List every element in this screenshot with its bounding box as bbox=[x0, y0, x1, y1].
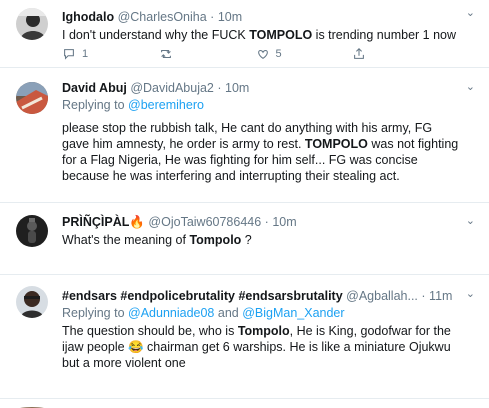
tweet-text: The question should be, who is Tompolo, … bbox=[62, 323, 459, 371]
tweet-text-highlight: Tompolo bbox=[189, 233, 242, 247]
avatar-image bbox=[16, 215, 48, 247]
tweet[interactable]: PRÌÑÇÌPÀL🔥 @OjoTaiw60786446 · 10m What's… bbox=[0, 203, 489, 275]
tweet[interactable]: David Abuj @DavidAbuja2 · 10m Replying t… bbox=[0, 68, 489, 203]
author-handle[interactable]: @Agballah... bbox=[346, 289, 418, 303]
heart-icon bbox=[257, 49, 268, 60]
avatar[interactable] bbox=[16, 286, 48, 318]
reply-icon bbox=[64, 49, 74, 60]
author-handle[interactable]: @OjoTaiw60786446 bbox=[148, 215, 261, 229]
replying-label: Replying to bbox=[62, 98, 129, 112]
like-button[interactable]: 5 bbox=[256, 46, 353, 62]
chevron-down-icon[interactable]: ⌄ bbox=[466, 80, 475, 93]
author-name[interactable]: Ighodalo bbox=[62, 10, 114, 24]
author-name[interactable]: #endsars #endpolicebrutality #endsarsbru… bbox=[62, 289, 343, 303]
tweet-timestamp[interactable]: 10m bbox=[225, 81, 249, 95]
tweet-text-part: The question should be, who is bbox=[62, 324, 238, 338]
replying-conjunction: and bbox=[214, 306, 243, 320]
avatar-image bbox=[16, 82, 48, 114]
replying-to: Replying to @Adunniade08 and @BigMan_Xan… bbox=[62, 305, 459, 321]
chevron-down-icon[interactable]: ⌄ bbox=[466, 287, 475, 300]
avatar[interactable] bbox=[16, 215, 48, 247]
like-count: 5 bbox=[275, 48, 282, 60]
share-icon bbox=[354, 48, 365, 59]
tweet-actions: 1 5 bbox=[62, 46, 449, 62]
avatar-image bbox=[16, 286, 48, 318]
author-name[interactable]: David Abuj bbox=[62, 81, 127, 95]
author-name[interactable]: PRÌÑÇÌPÀL🔥 bbox=[62, 215, 145, 229]
avatar-image bbox=[16, 8, 48, 40]
chevron-down-icon[interactable]: ⌄ bbox=[466, 214, 475, 227]
author-handle[interactable]: @CharlesOniha bbox=[118, 10, 207, 24]
mention-link[interactable]: @beremihero bbox=[128, 98, 204, 112]
tweet-text: please stop the rubbish talk, He cant do… bbox=[62, 120, 459, 184]
tweet-timestamp[interactable]: 10m bbox=[218, 10, 242, 24]
share-button[interactable] bbox=[352, 46, 449, 62]
avatar[interactable] bbox=[16, 8, 48, 40]
avatar[interactable] bbox=[16, 82, 48, 114]
tweet-timestamp[interactable]: 11m bbox=[429, 289, 452, 303]
tweet-text-highlight: TOMPOLO bbox=[304, 137, 368, 151]
separator-dot: · bbox=[421, 289, 426, 303]
tweet-text-part: I don't understand why the FUCK bbox=[62, 28, 250, 42]
replying-label: Replying to bbox=[62, 306, 129, 320]
retweet-button[interactable] bbox=[159, 46, 256, 62]
avatar[interactable] bbox=[16, 402, 48, 408]
mention-link[interactable]: @Adunniade08 bbox=[128, 306, 214, 320]
tweet-text: I don't understand why the FUCK TOMPOLO … bbox=[62, 27, 459, 43]
replying-to: Replying to @beremihero bbox=[62, 97, 459, 113]
tweet-text-highlight: Tompolo bbox=[237, 324, 290, 338]
author-handle[interactable]: @DavidAbuja2 bbox=[130, 81, 214, 95]
tweet-text-highlight: TOMPOLO bbox=[249, 28, 313, 42]
tweet-feed: Ighodalo @CharlesOniha · 10m I don't und… bbox=[0, 0, 489, 408]
reply-count: 1 bbox=[82, 48, 89, 60]
reply-button[interactable]: 1 bbox=[62, 46, 159, 62]
separator-dot: · bbox=[217, 81, 222, 95]
tweet[interactable]: Ighodalo @CharlesOniha · 10m I don't und… bbox=[0, 0, 489, 68]
separator-dot: · bbox=[210, 10, 215, 24]
tweet-text-part: is trending number 1 now bbox=[312, 28, 457, 42]
tweet[interactable]: #endsars #endpolicebrutality #endsarsbru… bbox=[0, 275, 489, 399]
tweet-text-part: What's the meaning of bbox=[62, 233, 190, 247]
tweet-timestamp[interactable]: 10m bbox=[272, 215, 296, 229]
mention-link[interactable]: @BigMan_Xander bbox=[242, 306, 344, 320]
chevron-down-icon[interactable]: ⌄ bbox=[466, 6, 475, 19]
retweet-icon bbox=[160, 49, 171, 59]
separator-dot: · bbox=[264, 215, 269, 229]
tweet-text-part: ? bbox=[241, 233, 252, 247]
tweet-text: What's the meaning of Tompolo ? bbox=[62, 232, 459, 248]
